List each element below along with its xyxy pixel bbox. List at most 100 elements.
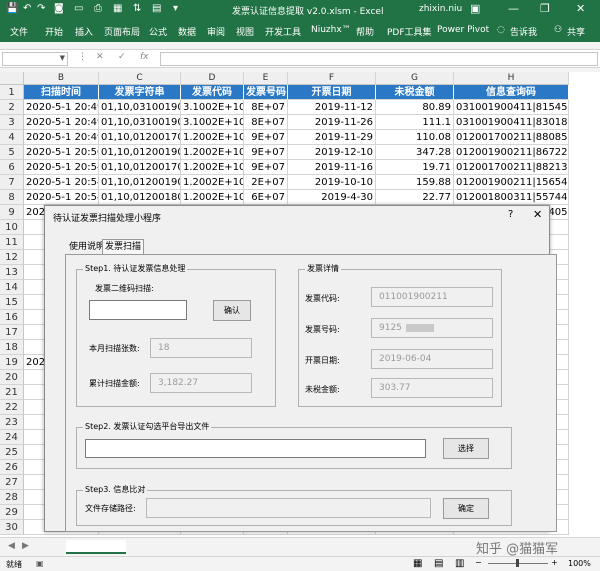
row-header[interactable]: 17 bbox=[0, 325, 24, 340]
table-cell[interactable]: 012001800311|557442 bbox=[454, 190, 569, 205]
compare-confirm-button[interactable]: 确定 bbox=[443, 498, 489, 519]
page-break-view-icon[interactable]: ▥ bbox=[455, 558, 464, 569]
dialog-close-button[interactable]: ✕ bbox=[533, 208, 542, 221]
row-header[interactable]: 20 bbox=[0, 370, 24, 385]
row-header[interactable]: 22 bbox=[0, 400, 24, 415]
save-icon[interactable]: 💾 bbox=[6, 3, 18, 14]
tab-view[interactable]: 视图 bbox=[236, 25, 254, 38]
scroll-left-icon[interactable]: ◀ bbox=[8, 541, 15, 551]
row-header[interactable]: 26 bbox=[0, 460, 24, 475]
table-cell[interactable]: 2E+07 bbox=[244, 175, 288, 190]
table-cell[interactable]: 2020-5-1 20:49 bbox=[24, 115, 99, 130]
row-header[interactable]: 15 bbox=[0, 295, 24, 310]
column-header-b[interactable]: B bbox=[24, 72, 99, 85]
table-cell[interactable]: 2019-4-30 bbox=[288, 190, 376, 205]
table-cell[interactable]: 2020-5-1 20:54 bbox=[24, 190, 99, 205]
page-layout-view-icon[interactable]: ▤ bbox=[434, 558, 443, 569]
table-cell[interactable]: 01,10,01200170( bbox=[99, 130, 181, 145]
row-header[interactable]: 12 bbox=[0, 250, 24, 265]
row-header[interactable]: 2 bbox=[0, 100, 24, 115]
filter-icon[interactable]: ▤ bbox=[152, 3, 161, 14]
zoom-out-button[interactable]: − bbox=[475, 558, 482, 567]
row-header[interactable]: 11 bbox=[0, 235, 24, 250]
table-cell[interactable]: 1.2002E+10 bbox=[181, 130, 244, 145]
row-header[interactable]: 16 bbox=[0, 310, 24, 325]
tool-icon[interactable]: ▦ bbox=[113, 3, 122, 14]
table-cell[interactable]: 3.1002E+10 bbox=[181, 115, 244, 130]
maximize-button[interactable]: ❐ bbox=[540, 2, 550, 15]
table-cell[interactable]: 2020-5-1 20:54 bbox=[24, 175, 99, 190]
row-header[interactable]: 29 bbox=[0, 505, 24, 520]
column-header-c[interactable]: C bbox=[99, 72, 181, 85]
table-cell[interactable]: 012001900211|156544 bbox=[454, 175, 569, 190]
header-cell[interactable]: 信息查询码 bbox=[454, 85, 569, 100]
header-cell[interactable]: 开票日期 bbox=[288, 85, 376, 100]
tab-file[interactable]: 文件 bbox=[10, 25, 28, 38]
table-cell[interactable]: 110.08 bbox=[376, 130, 454, 145]
table-cell[interactable]: 2019-11-12 bbox=[288, 100, 376, 115]
tell-me-box[interactable]: 告诉我 bbox=[510, 25, 537, 38]
ribbon-display-icon[interactable]: ▣ bbox=[470, 2, 480, 15]
redo-icon[interactable]: ↷ bbox=[37, 3, 45, 14]
table-cell[interactable]: 01,10,01200170( bbox=[99, 160, 181, 175]
row-header[interactable]: 28 bbox=[0, 490, 24, 505]
table-cell[interactable]: 1.2002E+10 bbox=[181, 160, 244, 175]
table-cell[interactable]: 01,10,01200190( bbox=[99, 175, 181, 190]
macro-record-icon[interactable]: ▣ bbox=[36, 559, 44, 568]
row-header[interactable]: 1 bbox=[0, 85, 24, 100]
tab-page-layout[interactable]: 页面布局 bbox=[104, 25, 140, 38]
zoom-level[interactable]: 100% bbox=[568, 559, 591, 568]
column-header-e[interactable]: E bbox=[244, 72, 288, 85]
table-cell[interactable]: 2019-11-26 bbox=[288, 115, 376, 130]
table-cell[interactable]: 9E+07 bbox=[244, 130, 288, 145]
header-cell[interactable]: 发票代码 bbox=[181, 85, 244, 100]
table-cell[interactable]: 2020-5-1 20:49 bbox=[24, 130, 99, 145]
table-cell[interactable]: 01,10,03100190( bbox=[99, 100, 181, 115]
row-header[interactable]: 4 bbox=[0, 130, 24, 145]
table-cell[interactable]: 6E+07 bbox=[244, 190, 288, 205]
sheet-tab[interactable] bbox=[66, 540, 126, 554]
table-cell[interactable]: 1.2002E+10 bbox=[181, 190, 244, 205]
formula-input[interactable] bbox=[160, 52, 598, 66]
table-cell[interactable]: 8E+07 bbox=[244, 115, 288, 130]
column-header-g[interactable]: G bbox=[376, 72, 454, 85]
close-button[interactable]: ✕ bbox=[576, 2, 585, 15]
tab-developer[interactable]: 开发工具 bbox=[265, 25, 301, 38]
table-cell[interactable]: 031001900411|815456 bbox=[454, 100, 569, 115]
table-cell[interactable]: 80.89 bbox=[376, 100, 454, 115]
tab-data[interactable]: 数据 bbox=[178, 25, 196, 38]
table-cell[interactable]: 159.88 bbox=[376, 175, 454, 190]
select-file-button[interactable]: 选择 bbox=[443, 438, 489, 459]
header-cell[interactable]: 发票字符串 bbox=[99, 85, 181, 100]
zoom-slider-handle[interactable] bbox=[516, 559, 519, 567]
table-cell[interactable]: 2019-11-16 bbox=[288, 160, 376, 175]
table-cell[interactable]: 347.28 bbox=[376, 145, 454, 160]
undo-icon[interactable]: ↶ bbox=[23, 3, 31, 14]
row-header[interactable]: 13 bbox=[0, 265, 24, 280]
tab-home[interactable]: 开始 bbox=[45, 25, 63, 38]
row-header[interactable]: 5 bbox=[0, 145, 24, 160]
scroll-right-icon[interactable]: ▶ bbox=[22, 541, 29, 551]
column-header-h[interactable]: H bbox=[454, 72, 569, 85]
table-cell[interactable]: 031001900411|830185 bbox=[454, 115, 569, 130]
print-icon[interactable]: ⎙ bbox=[94, 3, 102, 14]
row-header[interactable]: 27 bbox=[0, 475, 24, 490]
row-header[interactable]: 7 bbox=[0, 175, 24, 190]
chevron-down-icon[interactable]: ▼ bbox=[60, 54, 65, 62]
confirm-button[interactable]: 确认 bbox=[213, 300, 251, 321]
table-cell[interactable]: 2020-5-1 20:50 bbox=[24, 145, 99, 160]
column-header-f[interactable]: F bbox=[288, 72, 376, 85]
header-cell[interactable]: 发票号码 bbox=[244, 85, 288, 100]
table-cell[interactable]: 01,10,03100190( bbox=[99, 115, 181, 130]
table-cell[interactable]: 2019-12-10 bbox=[288, 145, 376, 160]
tab-formulas[interactable]: 公式 bbox=[149, 25, 167, 38]
tab-insert[interactable]: 插入 bbox=[75, 25, 93, 38]
qr-scan-input[interactable] bbox=[89, 300, 187, 320]
normal-view-icon[interactable]: ▦ bbox=[413, 558, 422, 569]
table-cell[interactable]: 01,10,01200180( bbox=[99, 190, 181, 205]
table-cell[interactable]: 3.1002E+10 bbox=[181, 100, 244, 115]
table-cell[interactable]: 012001700211|880856 bbox=[454, 130, 569, 145]
column-header-d[interactable]: D bbox=[181, 72, 244, 85]
name-box[interactable]: ▼ bbox=[2, 52, 68, 66]
table-cell[interactable]: 1.2002E+10 bbox=[181, 175, 244, 190]
